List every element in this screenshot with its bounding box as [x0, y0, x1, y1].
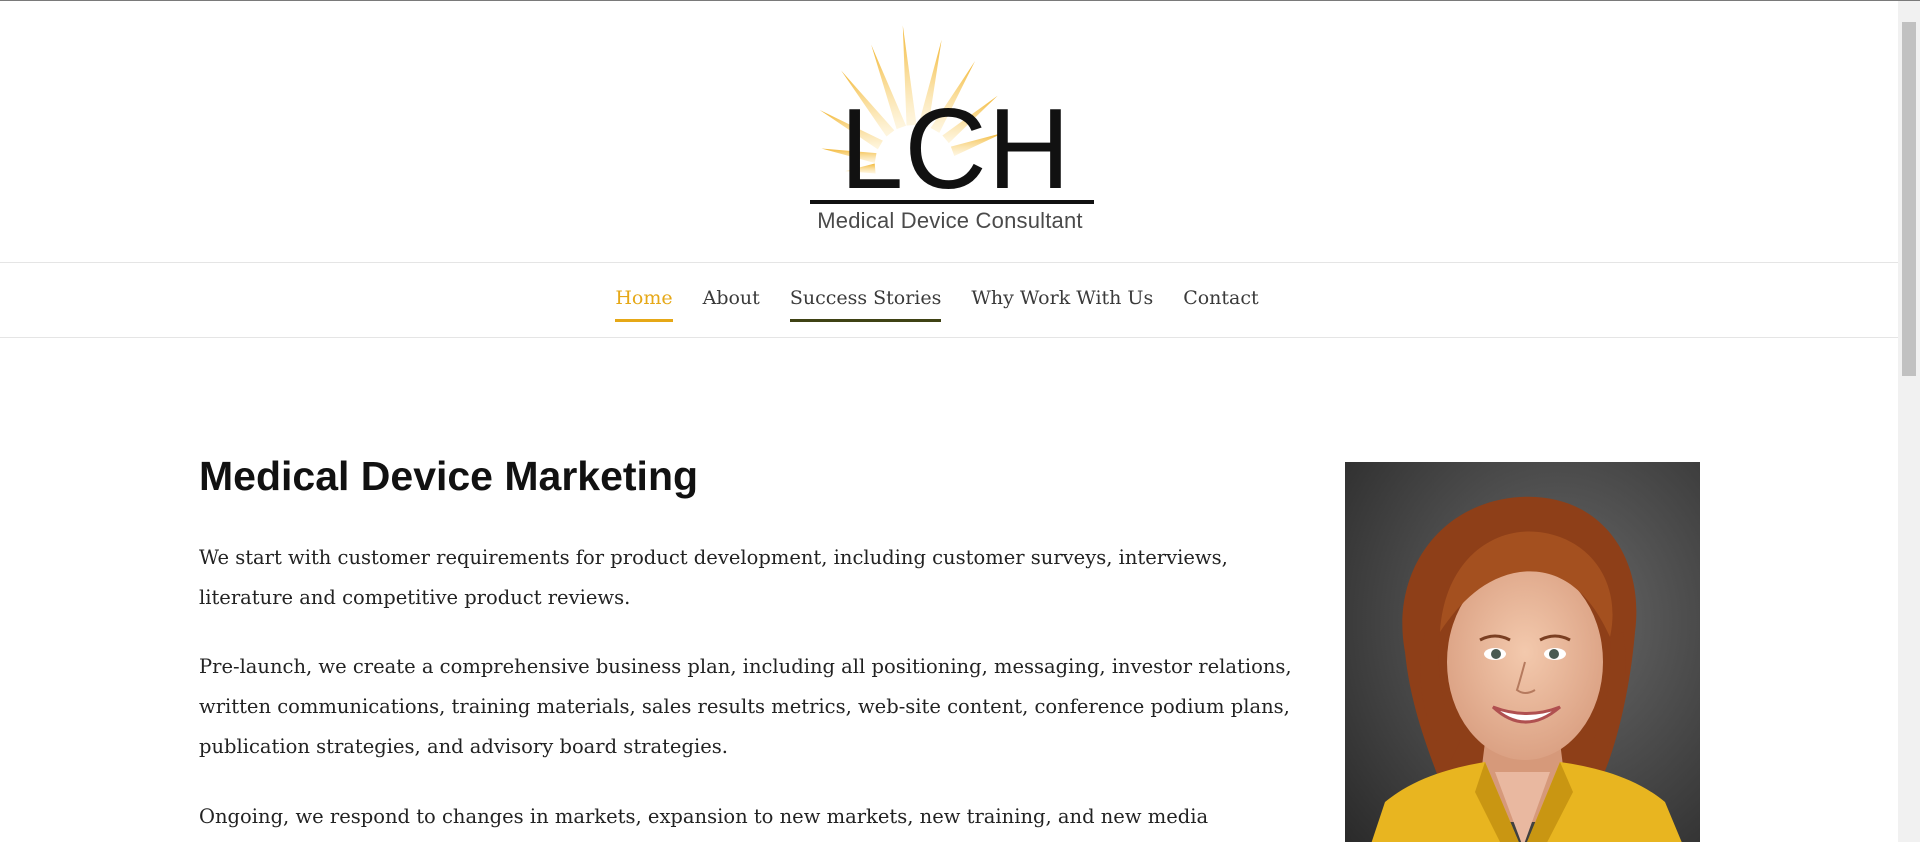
- nav-item-label: About: [702, 287, 760, 309]
- page-scrollbar[interactable]: [1898, 1, 1920, 842]
- intro-paragraph: We start with customer requirements for …: [199, 546, 1228, 609]
- nav-item-underline: [789, 319, 942, 322]
- nav-item-success-stories[interactable]: Success Stories: [789, 263, 942, 322]
- page: LCH Medical Device Consultant Home About S…: [0, 0, 1920, 842]
- nav-item-about[interactable]: About: [703, 263, 760, 313]
- scrollbar-thumb[interactable]: [1902, 22, 1916, 376]
- nav-item-label: Why Work With Us: [971, 287, 1154, 309]
- prelaunch-paragraph: Pre-launch, we create a comprehensive bu…: [199, 655, 1292, 758]
- nav-list: Home About Success Stories Why Work With Us…: [615, 263, 1259, 322]
- nav-item-label: Home: [615, 287, 673, 309]
- portrait-photo-icon: [1345, 462, 1700, 842]
- nav-item-why-work-with-us[interactable]: Why Work With Us: [971, 263, 1153, 313]
- site-header: LCH Medical Device Consultant: [0, 1, 1898, 263]
- main-navigation: Home About Success Stories Why Work With Us…: [0, 263, 1898, 338]
- nav-item-home[interactable]: Home: [615, 263, 673, 322]
- sunburst-logo-icon: LCH: [810, 25, 1094, 213]
- nav-item-underline: [615, 319, 673, 322]
- nav-item-underline: [971, 319, 1153, 322]
- ongoing-paragraph: Ongoing, we respond to changes in market…: [199, 805, 1209, 828]
- nav-item-label: Contact: [1183, 287, 1259, 309]
- site-logo[interactable]: LCH Medical Device Consultant: [805, 15, 1095, 240]
- page-title: Medical Device Marketing: [199, 453, 699, 499]
- consultant-portrait: [1345, 462, 1700, 842]
- nav-item-label: Success Stories: [789, 287, 942, 309]
- logo-letters: LCH: [840, 86, 1071, 213]
- nav-item-contact[interactable]: Contact: [1183, 263, 1258, 313]
- logo-tagline: Medical Device Consultant: [817, 208, 1083, 233]
- nav-item-underline: [703, 319, 760, 322]
- nav-item-underline: [1183, 319, 1258, 322]
